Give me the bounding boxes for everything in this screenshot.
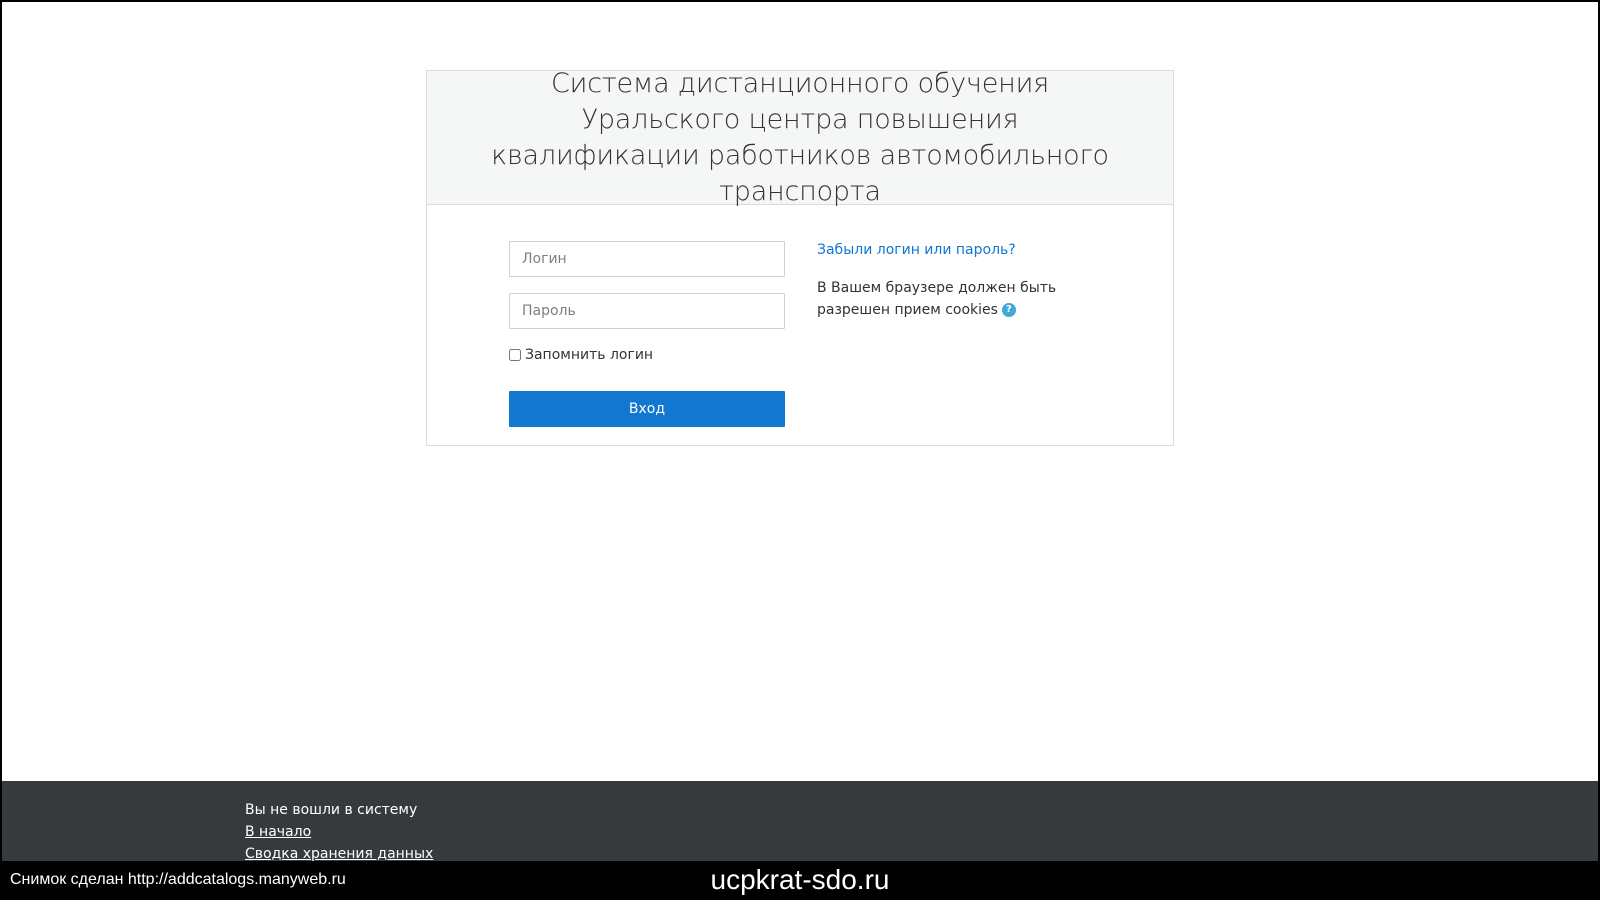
remember-login[interactable]: Запомнить логин xyxy=(509,347,653,363)
footer-content: Вы не вошли в систему В начало Сводка хр… xyxy=(245,799,433,865)
question-circle-icon[interactable]: ? xyxy=(1001,303,1016,317)
site-title: Система дистанционного обучения Уральско… xyxy=(491,67,1109,207)
login-card: Система дистанционного обучения Уральско… xyxy=(426,68,1174,446)
forgot-password-link[interactable]: Забыли логин или пароль? xyxy=(817,241,1057,259)
login-card-header: Система дистанционного обучения Уральско… xyxy=(427,68,1173,207)
password-input[interactable] xyxy=(509,293,785,329)
home-link[interactable]: В начало xyxy=(245,821,433,843)
cookies-note-text: В Вашем браузере должен быть разрешен пр… xyxy=(817,280,1057,318)
login-button[interactable]: Вход xyxy=(509,391,785,427)
domain-caption: ucpkrat-sdo.ru xyxy=(710,864,890,895)
login-status: Вы не вошли в систему xyxy=(245,802,418,818)
remember-login-checkbox[interactable] xyxy=(509,349,521,361)
page-footer: Вы не вошли в систему В начало Сводка хр… xyxy=(2,781,1598,862)
remember-login-label: Запомнить логин xyxy=(525,347,654,363)
page: Система дистанционного обучения Уральско… xyxy=(2,2,1598,781)
cookies-note: В Вашем браузере должен быть разрешен пр… xyxy=(817,277,1057,321)
username-input[interactable] xyxy=(509,241,785,277)
login-help-column: Забыли логин или пароль? В Вашем браузер… xyxy=(817,241,1057,321)
screenshot-caption-bar: Снимок сделан http://addcatalogs.manyweb… xyxy=(0,861,1600,900)
